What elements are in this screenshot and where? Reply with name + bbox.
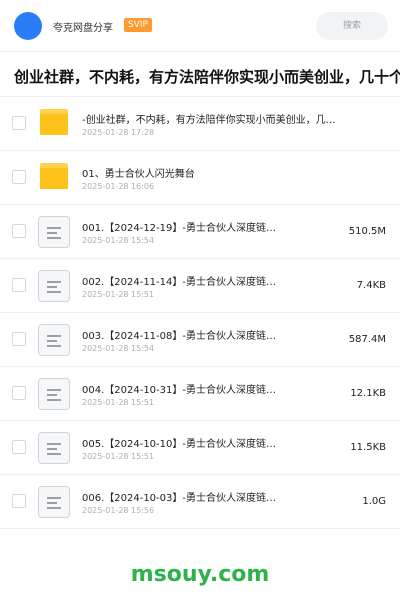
folder-icon <box>40 109 68 135</box>
file-date: 2025-01-28 15:54 <box>82 236 155 245</box>
file-name[interactable]: 002.【2024-11-14】-勇士合伙人深度链… <box>82 273 294 288</box>
document-icon <box>38 486 70 518</box>
list-item[interactable]: 002.【2024-11-14】-勇士合伙人深度链… 2025-01-28 15… <box>0 259 400 313</box>
folder-icon <box>40 163 68 189</box>
file-size: 7.4KB <box>356 280 386 291</box>
file-date: 2025-01-28 16:06 <box>82 182 155 191</box>
list-item[interactable]: 001.【2024-12-19】-勇士合伙人深度链… 2025-01-28 15… <box>0 205 400 259</box>
file-size: 587.4M <box>348 334 386 345</box>
file-name[interactable]: 005.【2024-10-10】-勇士合伙人深度链… <box>82 435 294 450</box>
file-date: 2025-01-28 15:51 <box>82 290 155 299</box>
list-item[interactable]: 003.【2024-11-08】-勇士合伙人深度链… 2025-01-28 15… <box>0 313 400 367</box>
document-icon <box>38 270 70 302</box>
document-icon <box>38 432 70 464</box>
header: 夸克网盘分享 SVIP 搜索 <box>0 0 400 52</box>
file-date: 2025-01-28 15:54 <box>82 344 155 353</box>
checkbox[interactable] <box>12 494 26 508</box>
list-item[interactable]: 005.【2024-10-10】-勇士合伙人深度链… 2025-01-28 15… <box>0 421 400 475</box>
list-item[interactable]: 004.【2024-10-31】-勇士合伙人深度链… 2025-01-28 15… <box>0 367 400 421</box>
file-name[interactable]: 003.【2024-11-08】-勇士合伙人深度链… <box>82 327 294 342</box>
checkbox[interactable] <box>12 224 26 238</box>
file-name[interactable]: 001.【2024-12-19】-勇士合伙人深度链… <box>82 219 294 234</box>
file-list: -创业社群，不内耗，有方法陪伴你实现小而美创业，几… 2025-01-28 17… <box>0 97 400 529</box>
file-date: 2025-01-28 15:56 <box>82 506 155 515</box>
watermark-text: msouy.com <box>130 562 270 587</box>
list-item[interactable]: 01、勇士合伙人闪光舞台 2025-01-28 16:06 <box>0 151 400 205</box>
document-icon <box>38 378 70 410</box>
file-date: 2025-01-28 15:51 <box>82 398 155 407</box>
page-title: 创业社群，不内耗，有方法陪伴你实现小而美创业，几十个 <box>14 68 400 86</box>
file-size: 1.0G <box>362 496 386 507</box>
file-size: 12.1KB <box>350 388 386 399</box>
file-name[interactable]: 004.【2024-10-31】-勇士合伙人深度链… <box>82 381 294 396</box>
search-input[interactable]: 搜索 <box>316 12 388 40</box>
file-name[interactable]: 006.【2024-10-03】-勇士合伙人深度链… <box>82 489 294 504</box>
document-icon <box>38 324 70 356</box>
checkbox[interactable] <box>12 116 26 130</box>
file-size: 11.5KB <box>350 442 386 453</box>
checkbox[interactable] <box>12 278 26 292</box>
checkbox[interactable] <box>12 386 26 400</box>
document-icon <box>38 216 70 248</box>
file-size: 510.5M <box>348 226 386 237</box>
avatar[interactable] <box>14 12 42 40</box>
file-name[interactable]: -创业社群，不内耗，有方法陪伴你实现小而美创业，几… <box>82 111 348 126</box>
share-name: 夸克网盘分享 <box>53 23 113 34</box>
svip-badge: SVIP <box>124 18 152 32</box>
checkbox[interactable] <box>12 440 26 454</box>
checkbox[interactable] <box>12 332 26 346</box>
checkbox[interactable] <box>12 170 26 184</box>
list-item[interactable]: 006.【2024-10-03】-勇士合伙人深度链… 2025-01-28 15… <box>0 475 400 529</box>
file-date: 2025-01-28 17:28 <box>82 128 155 137</box>
file-name[interactable]: 01、勇士合伙人闪光舞台 <box>82 165 348 180</box>
file-date: 2025-01-28 15:51 <box>82 452 155 461</box>
list-item[interactable]: -创业社群，不内耗，有方法陪伴你实现小而美创业，几… 2025-01-28 17… <box>0 97 400 151</box>
